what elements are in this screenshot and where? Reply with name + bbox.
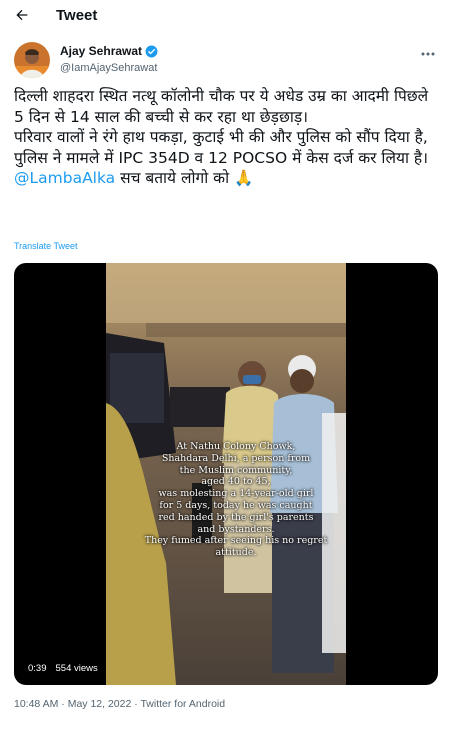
caption-line: the Muslim community,: [179, 464, 293, 476]
caption-line: Shahdara Delhi, a person from: [161, 452, 311, 464]
avatar[interactable]: [14, 42, 50, 78]
video-views: 554 views: [55, 662, 98, 674]
tweet-text: दिल्ली शाहदरा स्थित नत्थू कॉलोनी चौक पर …: [14, 86, 440, 189]
back-button[interactable]: [2, 0, 42, 30]
caption-line: They fumed after seeing his no regret at…: [144, 535, 328, 559]
tweet-paragraph-1: दिल्ली शाहदरा स्थित नत्थू कॉलोनी चौक पर …: [14, 87, 429, 126]
mention-link[interactable]: @LambaAlka: [14, 169, 115, 187]
video-stats-badge: 0:39 554 views: [22, 659, 104, 677]
caption-line: red handed by the girl's parents: [158, 511, 314, 523]
caption-line: aged 40 to 45,: [201, 476, 271, 488]
video-duration: 0:39: [28, 662, 47, 674]
tweet-author: Ajay Sehrawat @IamAjaySehrawat: [14, 42, 438, 82]
video-caption: At Nathu Colony Chowk, Shahdara Delhi, a…: [126, 441, 346, 559]
more-dots-icon[interactable]: [420, 46, 436, 62]
author-handle[interactable]: @IamAjaySehrawat: [60, 61, 158, 76]
video-frame: At Nathu Colony Chowk, Shahdara Delhi, a…: [106, 263, 346, 685]
top-bar: Tweet: [0, 0, 450, 30]
verified-badge-icon: [145, 45, 158, 58]
translate-tweet-link[interactable]: Translate Tweet: [14, 241, 78, 251]
arrow-left-icon: [16, 9, 28, 21]
caption-line: for 5 days, today he was caught: [159, 499, 313, 511]
caption-line: At Nathu Colony Chowk,: [176, 441, 296, 452]
tweet-paragraph-2: परिवार वालों ने रंगे हाथ पकड़ा, कुटाई भी…: [14, 128, 428, 167]
caption-line: and bystanders.: [197, 523, 275, 535]
page-title: Tweet: [56, 6, 98, 24]
caption-line: was molesting a 14-year-old girl: [158, 488, 314, 500]
tweet-closing-text: सच बताये लोगो को 🙏: [115, 169, 254, 187]
author-name[interactable]: Ajay Sehrawat: [60, 44, 142, 59]
tweet-timestamp[interactable]: 10:48 AM · May 12, 2022 · Twitter for An…: [14, 698, 225, 710]
tweet-paragraph-3: @LambaAlka सच बताये लोगो को 🙏: [14, 168, 440, 189]
video-player[interactable]: At Nathu Colony Chowk, Shahdara Delhi, a…: [14, 263, 438, 685]
